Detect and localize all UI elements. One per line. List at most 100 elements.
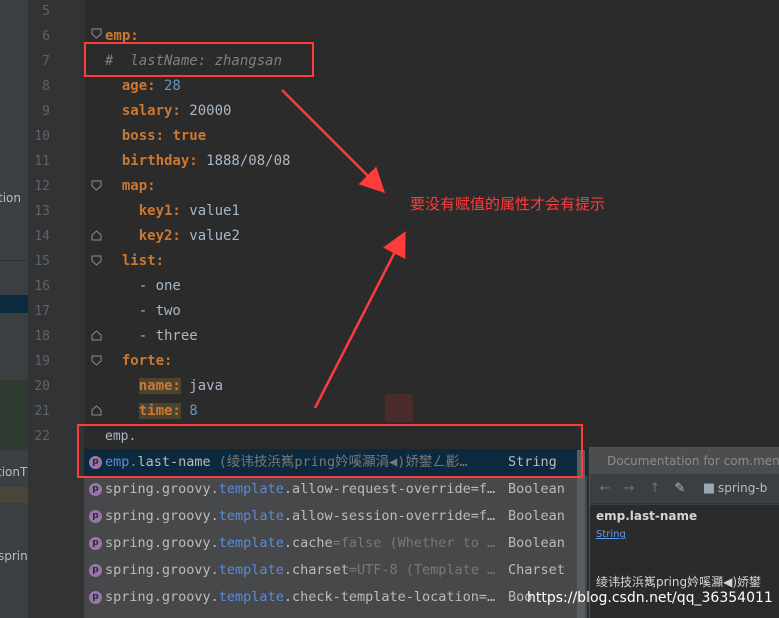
fold-close-icon[interactable] [91,405,102,416]
yaml-key: age: [121,78,156,94]
code-line[interactable]: birthday: 1888/08/08 [105,149,291,174]
code-line[interactable]: map: [105,174,156,199]
line-number: 13 [34,204,50,219]
arrow-line [313,231,406,409]
completion-prefix: spring.groovy. [105,562,219,578]
yaml-list-item: - one [138,278,181,294]
yaml-value: 8 [180,403,198,419]
code-line[interactable]: name: java [105,374,223,399]
completion-item[interactable]: p spring.groovy.template.cache=false (Wh… [84,530,587,557]
code-line[interactable]: salary: 20000 [105,99,232,124]
completion-rest: .allow-session-override [283,508,471,524]
completion-type: Boolean [508,481,565,497]
yaml-key: name: [138,378,181,394]
documentation-heading: emp.last-name [596,509,698,523]
completion-hit: template [218,535,284,551]
project-item-fragment[interactable]: sprin [0,549,28,563]
yaml-key: time: [138,403,181,419]
property-icon: p [89,564,102,577]
edit-source-icon[interactable]: ✎ [673,482,687,496]
property-icon: p [89,483,102,496]
line-number: 18 [34,329,50,344]
fold-open-icon[interactable] [91,180,102,191]
completion-item[interactable]: p spring.groovy.template.check-template-… [84,584,587,611]
line-number: 6 [42,29,50,44]
line-number: 10 [34,129,50,144]
completion-hit: template [218,508,284,524]
code-line[interactable]: list: [105,249,164,274]
code-line[interactable]: age: 28 [105,74,181,99]
completion-type: Boolean [508,535,565,551]
completion-detail: =UTF-8 (Template … [348,562,496,578]
type-link[interactable]: String [596,529,626,540]
code-line[interactable]: - three [105,324,198,349]
yaml-value: 1888/08/08 [197,153,291,169]
project-panel[interactable]: tion tionT sprin [0,0,28,618]
back-arrow-icon[interactable]: ← [598,482,612,496]
line-number: 22 [34,429,50,444]
fold-close-icon[interactable] [91,230,102,241]
forward-arrow-icon[interactable]: → [622,482,636,496]
fold-open-icon[interactable] [91,28,102,39]
annotation-box [84,42,314,77]
documentation-breadcrumb[interactable]: spring-b [718,481,767,495]
fold-open-icon[interactable] [91,255,102,266]
yaml-value: 20000 [180,103,232,119]
yaml-key: map: [121,178,156,194]
line-number: 14 [34,229,50,244]
property-icon: p [89,537,102,550]
code-line[interactable]: - one [105,274,181,299]
completion-detail: =f… [470,508,496,524]
completion-hit: template [218,589,284,605]
yaml-key: list: [121,253,165,269]
fold-close-icon[interactable] [91,330,102,341]
yaml-key: key1: [138,203,181,219]
code-line[interactable]: - two [105,299,181,324]
completion-hit: template [218,562,284,578]
up-arrow-icon[interactable]: ↑ [648,482,662,496]
completion-item[interactable]: p spring.groovy.template.allow-request-o… [84,476,587,503]
code-line[interactable]: time: 8 [105,399,198,424]
code-line[interactable]: key2: value2 [105,224,240,249]
completion-type: Charset [508,562,565,578]
line-number: 16 [34,279,50,294]
project-panel-marked-item [0,487,28,503]
search-icon [385,394,413,422]
yaml-key: key2: [138,228,181,244]
property-icon: p [89,510,102,523]
completion-prefix: spring.groovy. [105,481,219,497]
project-item-fragment[interactable]: tion [0,191,21,205]
yaml-key: birthday: [121,153,198,169]
code-line[interactable]: key1: value1 [105,199,240,224]
project-item-fragment[interactable]: tionT [0,465,27,479]
yaml-list-item: - three [138,328,198,344]
arrow-line [281,89,386,194]
divider [0,260,28,261]
completion-item[interactable]: p spring.groovy.template.allow-session-o… [84,503,587,530]
yaml-value: java [180,378,224,394]
code-line[interactable]: boss: true [105,124,206,149]
completion-item[interactable]: p spring.groovy.template.charset=UTF-8 (… [84,557,587,584]
code-line[interactable]: forte: [105,349,173,374]
completion-detail: =f… [470,481,496,497]
line-number: 15 [34,254,50,269]
annotation-box [77,424,583,478]
yaml-key: boss: [121,128,165,144]
completion-prefix: spring.groovy. [105,589,219,605]
completion-detail: =… [478,589,496,605]
fold-open-icon[interactable] [91,355,102,366]
line-number: 17 [34,304,50,319]
property-icon: p [89,591,102,604]
annotation-text: 要没有赋值的属性才会有提示 [410,195,606,213]
project-panel-selection [0,295,28,313]
yaml-list-item: - two [138,303,181,319]
line-number: 7 [42,54,50,69]
